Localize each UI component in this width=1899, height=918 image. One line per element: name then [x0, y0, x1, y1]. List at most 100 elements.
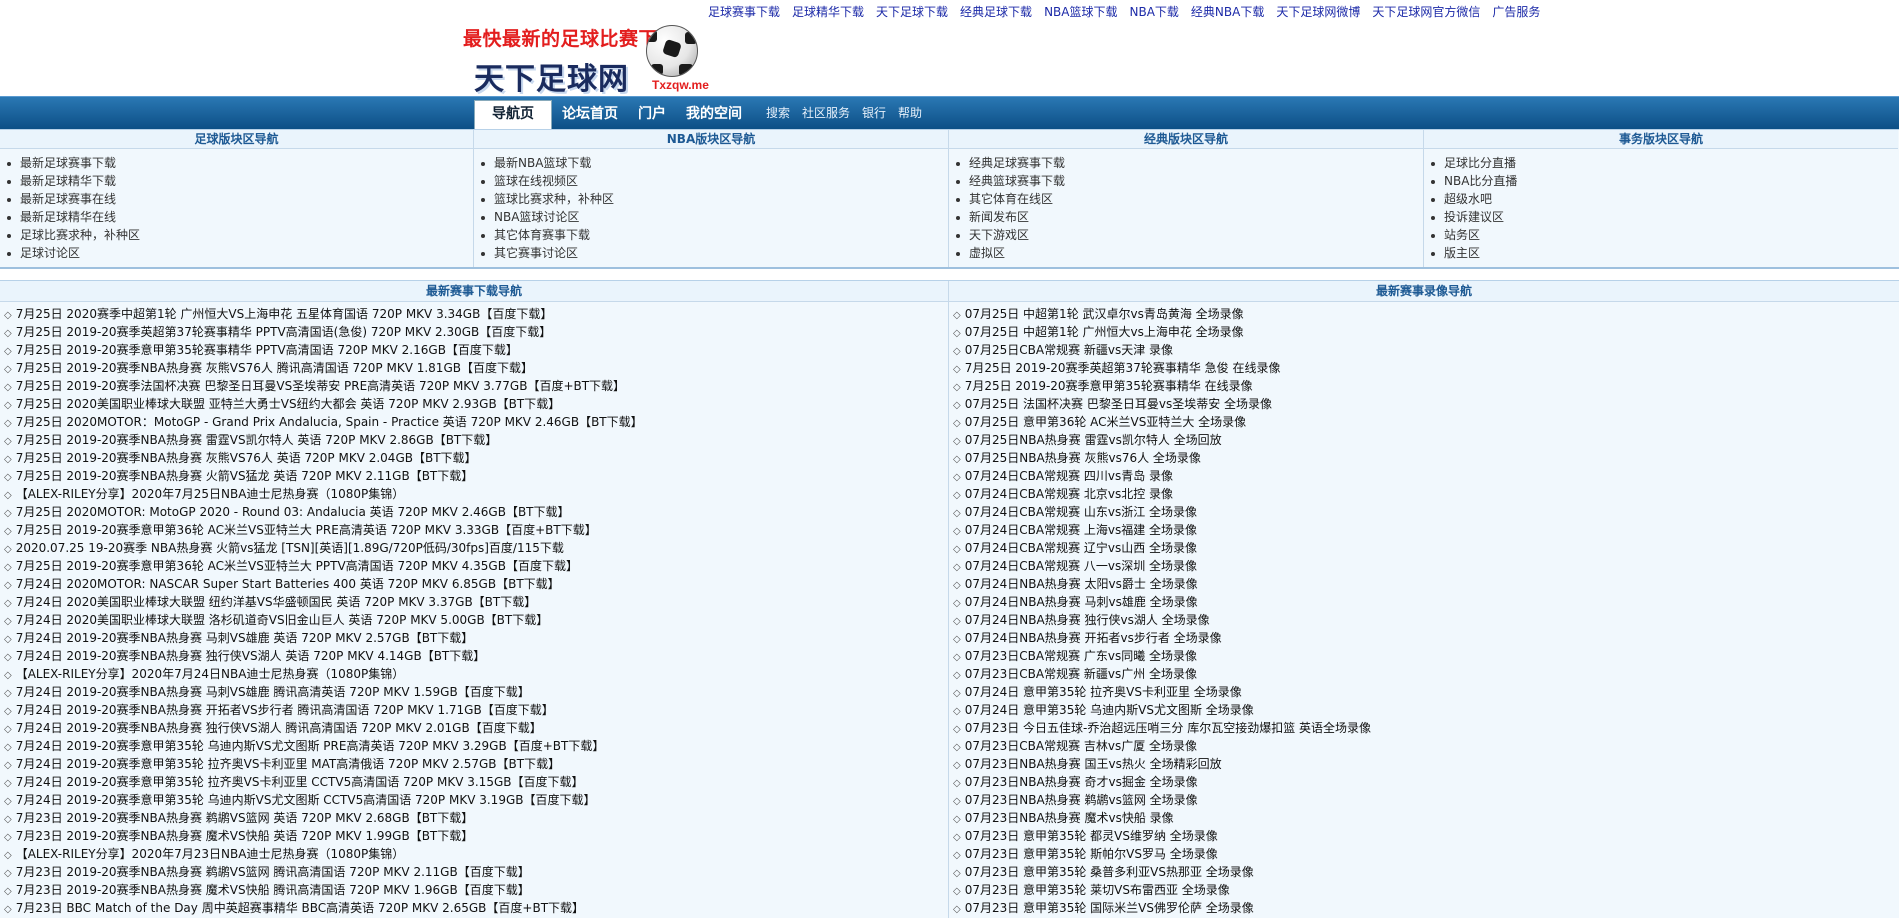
category-link[interactable]: 经典足球赛事下载	[969, 156, 1065, 170]
list-link[interactable]: 07月24日CBA常规赛 北京vs北控 录像	[965, 487, 1173, 501]
list-link[interactable]: 【ALEX-RILEY分享】2020年7月25日NBA迪士尼热身赛（1080P集…	[16, 487, 405, 501]
list-link[interactable]: 7月23日 2019-20赛季NBA热身赛 魔术VS快船 腾讯高清国语 720P…	[16, 883, 530, 897]
top-link[interactable]: 天下足球网官方微信	[1372, 5, 1480, 19]
category-link[interactable]: 其它体育赛事下载	[494, 228, 590, 242]
list-link[interactable]: 07月24日 意甲第35轮 拉齐奥VS卡利亚里 全场录像	[965, 685, 1242, 699]
list-link[interactable]: 7月25日 2019-20赛季意甲第36轮 AC米兰VS亚特兰大 PRE高清英语…	[16, 523, 597, 537]
list-link[interactable]: 7月25日 2020美国职业棒球大联盟 亚特兰大勇士VS纽约大都会 英语 720…	[16, 397, 561, 411]
category-link[interactable]: 经典篮球赛事下载	[969, 174, 1065, 188]
top-link[interactable]: 广告服务	[1492, 5, 1540, 19]
list-link[interactable]: 07月23日 今日五佳球-乔治超远压哨三分 库尔瓦空接劲爆扣篮 英语全场录像	[965, 721, 1371, 735]
list-link[interactable]: 2020.07.25 19-20赛季 NBA热身赛 火箭vs猛龙 [TSN][英…	[16, 541, 564, 555]
top-link[interactable]: 天下足球网微博	[1276, 5, 1360, 19]
list-link[interactable]: 7月24日 2019-20赛季意甲第35轮 拉齐奥VS卡利亚里 MAT高清俄语 …	[16, 757, 560, 771]
list-link[interactable]: 7月25日 2019-20赛季意甲第36轮 AC米兰VS亚特兰大 PPTV高清国…	[16, 559, 578, 573]
list-link[interactable]: 7月24日 2019-20赛季意甲第35轮 乌迪内斯VS尤文图斯 PRE高清英语…	[16, 739, 605, 753]
list-link[interactable]: 07月24日 意甲第35轮 乌迪内斯VS尤文图斯 全场录像	[965, 703, 1254, 717]
list-link[interactable]: 07月24日CBA常规赛 四川vs青岛 录像	[965, 469, 1173, 483]
list-link[interactable]: 7月25日 2019-20赛季法国杯决赛 巴黎圣日耳曼VS圣埃蒂安 PRE高清英…	[16, 379, 625, 393]
top-link[interactable]: 经典NBA下载	[1191, 5, 1264, 19]
list-link[interactable]: 07月23日CBA常规赛 吉林vs广厦 全场录像	[965, 739, 1197, 753]
category-link[interactable]: 其它体育在线区	[969, 192, 1053, 206]
top-link[interactable]: NBA篮球下载	[1044, 5, 1117, 19]
category-link[interactable]: 其它赛事讨论区	[494, 246, 578, 260]
list-link[interactable]: 07月23日 意甲第35轮 莱切VS布雷西亚 全场录像	[965, 883, 1230, 897]
list-link[interactable]: 7月25日 2019-20赛季NBA热身赛 灰熊VS76人 英语 720P MK…	[16, 451, 477, 465]
list-link[interactable]: 7月24日 2020MOTOR: NASCAR Super Start Batt…	[16, 577, 560, 591]
category-link[interactable]: 超级水吧	[1444, 192, 1492, 206]
category-link[interactable]: 版主区	[1444, 246, 1480, 260]
list-link[interactable]: 7月23日 2019-20赛季NBA热身赛 鹈鹕VS篮网 腾讯高清国语 720P…	[16, 865, 530, 879]
category-link[interactable]: 新闻发布区	[969, 210, 1029, 224]
nav-tab[interactable]: 论坛首页	[552, 101, 628, 127]
category-link[interactable]: NBA比分直播	[1444, 174, 1517, 188]
list-link[interactable]: 07月25日 中超第1轮 广州恒大vs上海申花 全场录像	[965, 325, 1244, 339]
list-link[interactable]: 07月23日NBA热身赛 国王vs热火 全场精彩回放	[965, 757, 1222, 771]
category-link[interactable]: 虚拟区	[969, 246, 1005, 260]
category-link[interactable]: 最新足球精华下载	[20, 174, 116, 188]
list-link[interactable]: 7月25日 2019-20赛季NBA热身赛 火箭VS猛龙 英语 720P MKV…	[16, 469, 474, 483]
list-link[interactable]: 07月23日CBA常规赛 广东vs同曦 全场录像	[965, 649, 1197, 663]
list-link[interactable]: 07月24日CBA常规赛 上海vs福建 全场录像	[965, 523, 1197, 537]
list-link[interactable]: 07月23日 意甲第35轮 都灵VS维罗纳 全场录像	[965, 829, 1218, 843]
list-link[interactable]: 7月24日 2020美国职业棒球大联盟 洛杉矶道奇VS旧金山巨人 英语 720P…	[16, 613, 549, 627]
list-link[interactable]: 07月24日NBA热身赛 独行侠vs湖人 全场录像	[965, 613, 1210, 627]
list-link[interactable]: 7月24日 2019-20赛季意甲第35轮 乌迪内斯VS尤文图斯 CCTV5高清…	[16, 793, 596, 807]
category-link[interactable]: 足球讨论区	[20, 246, 80, 260]
list-link[interactable]: 07月25日 意甲第36轮 AC米兰VS亚特兰大 全场录像	[965, 415, 1246, 429]
list-link[interactable]: 7月25日 2020赛季中超第1轮 广州恒大VS上海申花 五星体育国语 720P…	[16, 307, 553, 321]
list-link[interactable]: 07月24日NBA热身赛 马刺vs雄鹿 全场录像	[965, 595, 1198, 609]
list-link[interactable]: 07月23日NBA热身赛 魔术vs快船 录像	[965, 811, 1174, 825]
list-link[interactable]: 7月25日 2019-20赛季英超第37轮赛事精华 急俊 在线录像	[965, 361, 1281, 375]
list-link[interactable]: 7月25日 2020MOTOR: MotoGP 2020 - Round 03:…	[16, 505, 570, 519]
nav-tab[interactable]: 导航页	[474, 100, 552, 129]
nav-small-link[interactable]: 社区服务	[796, 97, 856, 129]
list-link[interactable]: 7月25日 2019-20赛季意甲第35轮赛事精华 在线录像	[965, 379, 1253, 393]
top-link[interactable]: 天下足球下载	[876, 5, 948, 19]
top-link[interactable]: 足球赛事下载	[708, 5, 780, 19]
category-link[interactable]: 篮球在线视频区	[494, 174, 578, 188]
list-link[interactable]: 07月25日CBA常规赛 新疆vs天津 录像	[965, 343, 1173, 357]
category-link[interactable]: 最新足球赛事下载	[20, 156, 116, 170]
list-link[interactable]: 7月24日 2019-20赛季NBA热身赛 开拓者VS步行者 腾讯高清国语 72…	[16, 703, 554, 717]
list-link[interactable]: 7月24日 2019-20赛季NBA热身赛 马刺VS雄鹿 英语 720P MKV…	[16, 631, 474, 645]
list-link[interactable]: 07月24日NBA热身赛 开拓者vs步行者 全场录像	[965, 631, 1222, 645]
list-link[interactable]: 7月24日 2020美国职业棒球大联盟 纽约洋基VS华盛顿国民 英语 720P …	[16, 595, 537, 609]
list-link[interactable]: 7月23日 BBC Match of the Day 周中英超赛事精华 BBC高…	[16, 901, 584, 915]
top-link[interactable]: NBA下载	[1129, 5, 1178, 19]
list-link[interactable]: 7月25日 2020MOTOR：MotoGP - Grand Prix Anda…	[16, 415, 643, 429]
nav-tab[interactable]: 我的空间	[676, 101, 752, 127]
nav-small-link[interactable]: 银行	[856, 97, 892, 129]
list-link[interactable]: 【ALEX-RILEY分享】2020年7月23日NBA迪士尼热身赛（1080P集…	[16, 847, 405, 861]
list-link[interactable]: 07月24日CBA常规赛 辽宁vs山西 全场录像	[965, 541, 1197, 555]
list-link[interactable]: 7月23日 2019-20赛季NBA热身赛 鹈鹕VS篮网 英语 720P MKV…	[16, 811, 474, 825]
nav-tab[interactable]: 门户	[628, 101, 676, 127]
list-link[interactable]: 07月23日 意甲第35轮 斯帕尔VS罗马 全场录像	[965, 847, 1218, 861]
list-link[interactable]: 07月23日CBA常规赛 新疆vs广州 全场录像	[965, 667, 1197, 681]
list-link[interactable]: 07月25日NBA热身赛 灰熊vs76人 全场录像	[965, 451, 1201, 465]
list-link[interactable]: 7月25日 2019-20赛季NBA热身赛 灰熊VS76人 腾讯高清国语 720…	[16, 361, 533, 375]
list-link[interactable]: 7月24日 2019-20赛季NBA热身赛 独行侠VS湖人 腾讯高清国语 720…	[16, 721, 542, 735]
nav-small-link[interactable]: 帮助	[892, 97, 928, 129]
list-link[interactable]: 7月25日 2019-20赛季意甲第35轮赛事精华 PPTV高清国语 720P …	[16, 343, 518, 357]
list-link[interactable]: 07月23日NBA热身赛 奇才vs掘金 全场录像	[965, 775, 1198, 789]
category-link[interactable]: 最新足球精华在线	[20, 210, 116, 224]
list-link[interactable]: 07月24日NBA热身赛 太阳vs爵士 全场录像	[965, 577, 1198, 591]
list-link[interactable]: 07月24日CBA常规赛 八一vs深圳 全场录像	[965, 559, 1197, 573]
list-link[interactable]: 07月25日NBA热身赛 雷霆vs凯尔特人 全场回放	[965, 433, 1222, 447]
list-link[interactable]: 07月25日 法国杯决赛 巴黎圣日耳曼vs圣埃蒂安 全场录像	[965, 397, 1272, 411]
category-link[interactable]: 最新NBA篮球下载	[494, 156, 591, 170]
list-link[interactable]: 7月24日 2019-20赛季意甲第35轮 拉齐奥VS卡利亚里 CCTV5高清国…	[16, 775, 584, 789]
list-link[interactable]: 【ALEX-RILEY分享】2020年7月24日NBA迪士尼热身赛（1080P集…	[16, 667, 405, 681]
site-logo[interactable]: 最快最新的足球比赛下载 天下足球网 Txzqw.me	[460, 18, 720, 97]
category-link[interactable]: 足球比分直播	[1444, 156, 1516, 170]
category-link[interactable]: 天下游戏区	[969, 228, 1029, 242]
top-link[interactable]: 经典足球下载	[960, 5, 1032, 19]
list-link[interactable]: 07月24日CBA常规赛 山东vs浙江 全场录像	[965, 505, 1197, 519]
top-link[interactable]: 足球精华下载	[792, 5, 864, 19]
list-link[interactable]: 7月25日 2019-20赛季英超第37轮赛事精华 PPTV高清国语(急俊) 7…	[16, 325, 552, 339]
category-link[interactable]: 篮球比赛求种，补种区	[494, 192, 614, 206]
list-link[interactable]: 07月23日 意甲第35轮 桑普多利亚VS热那亚 全场录像	[965, 865, 1254, 879]
list-link[interactable]: 7月25日 2019-20赛季NBA热身赛 雷霆VS凯尔特人 英语 720P M…	[16, 433, 498, 447]
list-link[interactable]: 07月23日 意甲第35轮 国际米兰VS佛罗伦萨 全场录像	[965, 901, 1254, 915]
